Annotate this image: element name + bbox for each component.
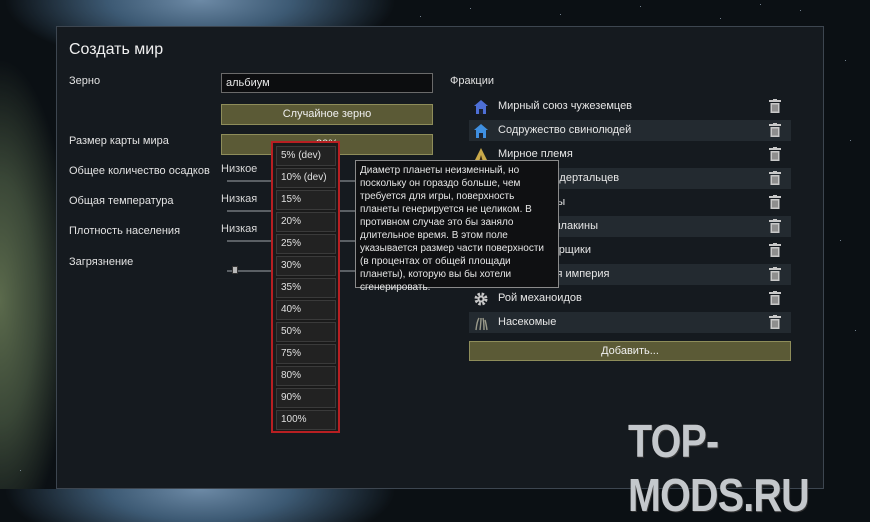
dropdown-option[interactable]: 30% xyxy=(276,256,336,276)
map-size-tooltip: Диаметр планеты неизменный, но поскольку… xyxy=(355,160,559,293)
dropdown-option[interactable]: 40% xyxy=(276,300,336,320)
population-label: Плотность населения xyxy=(69,225,181,237)
dropdown-option[interactable]: 20% xyxy=(276,212,336,232)
trash-icon[interactable] xyxy=(769,99,781,113)
dropdown-option[interactable]: 25% xyxy=(276,234,336,254)
dropdown-option[interactable]: 100% xyxy=(276,410,336,430)
gear-icon xyxy=(473,291,489,307)
faction-name: Мирное племя xyxy=(498,148,573,160)
house-icon xyxy=(473,123,489,139)
trash-icon[interactable] xyxy=(769,291,781,305)
dropdown-option[interactable]: 90% xyxy=(276,388,336,408)
add-faction-button[interactable]: Добавить... xyxy=(469,341,791,361)
faction-row: Мирный союз чужеземцев xyxy=(469,96,791,117)
trash-icon[interactable] xyxy=(769,243,781,257)
page-title: Создать мир xyxy=(69,41,164,58)
faction-name: Насекомые xyxy=(498,316,557,328)
trash-icon[interactable] xyxy=(769,147,781,161)
insect-icon xyxy=(473,315,489,331)
trash-icon[interactable] xyxy=(769,267,781,281)
pollution-label: Загрязнение xyxy=(69,256,134,268)
watermark-logo: TOP-MODS.RU xyxy=(628,415,810,521)
house-icon xyxy=(473,99,489,115)
dropdown-option[interactable]: 50% xyxy=(276,322,336,342)
faction-row: Рой механоидов xyxy=(469,288,791,309)
dropdown-option[interactable]: 75% xyxy=(276,344,336,364)
map-size-dropdown: 5% (dev) 10% (dev) 15% 20% 25% 30% 35% 40% 50% 75… xyxy=(271,141,340,433)
faction-name: Содружество свинолюдей xyxy=(498,124,632,136)
population-value: Низкая xyxy=(221,223,258,235)
trash-icon[interactable] xyxy=(769,123,781,137)
seed-input[interactable] xyxy=(221,73,433,93)
dropdown-option[interactable]: 80% xyxy=(276,366,336,386)
trash-icon[interactable] xyxy=(769,195,781,209)
trash-icon[interactable] xyxy=(769,171,781,185)
dropdown-option[interactable]: 35% xyxy=(276,278,336,298)
map-size-label: Размер карты мира xyxy=(69,135,169,147)
factions-header: Фракции xyxy=(450,75,494,87)
rainfall-label: Общее количество осадков xyxy=(69,165,210,177)
pollution-slider-knob[interactable] xyxy=(232,266,238,274)
dropdown-option[interactable]: 5% (dev) xyxy=(276,146,336,166)
faction-row: Содружество свинолюдей xyxy=(469,120,791,141)
faction-name: Рой механоидов xyxy=(498,292,582,304)
seed-label: Зерно xyxy=(69,75,101,87)
trash-icon[interactable] xyxy=(769,219,781,233)
temperature-value: Низкая xyxy=(221,193,258,205)
rainfall-value: Низкое xyxy=(221,163,258,175)
temperature-label: Общая температура xyxy=(69,195,174,207)
trash-icon[interactable] xyxy=(769,315,781,329)
dropdown-option[interactable]: 15% xyxy=(276,190,336,210)
faction-row: Насекомые xyxy=(469,312,791,333)
random-seed-button[interactable]: Случайное зерно xyxy=(221,104,433,125)
faction-name: Мирный союз чужеземцев xyxy=(498,100,633,112)
dropdown-option[interactable]: 10% (dev) xyxy=(276,168,336,188)
